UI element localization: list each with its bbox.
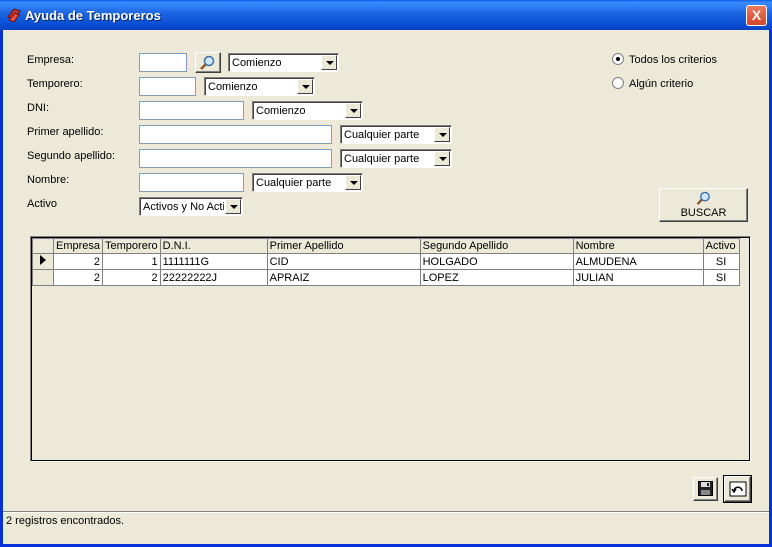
cell-activo[interactable]: SI [702, 269, 740, 286]
cell-segundo-apellido[interactable]: HOLGADO [419, 253, 574, 270]
dni-label: DNI: [27, 102, 49, 114]
cell-temporero[interactable]: 1 [102, 253, 161, 270]
cell-primer-apellido[interactable]: APRAIZ [266, 269, 421, 286]
row-indicator-header [32, 238, 54, 254]
dni-input[interactable] [139, 101, 244, 120]
nombre-input[interactable] [139, 173, 244, 192]
any-criteria-radio[interactable] [612, 77, 624, 89]
primer-apellido-label: Primer apellido: [27, 126, 104, 138]
search-icon [696, 191, 710, 205]
empresa-input[interactable] [139, 53, 187, 72]
search-button-label: BUSCAR [680, 207, 727, 219]
cell-primer-apellido[interactable]: CID [266, 253, 421, 270]
activo-label: Activo [27, 198, 57, 210]
table-row[interactable]: 2 2 22222222J APRAIZ LOPEZ JULIAN SI [32, 269, 740, 286]
chevron-down-icon[interactable] [297, 79, 313, 94]
segundo-apellido-label: Segundo apellido: [27, 150, 116, 162]
empresa-mode-select[interactable]: Comienzo [228, 53, 339, 72]
undo-button[interactable] [723, 475, 752, 503]
empresa-label: Empresa: [27, 54, 75, 66]
floppy-disk-icon [698, 481, 713, 496]
cell-nombre[interactable]: ALMUDENA [572, 253, 704, 270]
chevron-down-icon[interactable] [434, 127, 450, 142]
window-title: Ayuda de Temporeros [25, 8, 161, 23]
any-criteria-label[interactable]: Algún criterio [629, 78, 693, 90]
cell-temporero[interactable]: 2 [102, 269, 161, 286]
chevron-down-icon[interactable] [225, 199, 241, 214]
dni-mode-select[interactable]: Comienzo [252, 101, 363, 120]
undo-icon [729, 481, 747, 497]
results-grid[interactable]: Empresa Temporero D.N.I. Primer Apellido… [30, 236, 751, 462]
row-indicator [32, 269, 54, 286]
segundo-apellido-input[interactable] [139, 149, 332, 168]
cell-segundo-apellido[interactable]: LOPEZ [419, 269, 574, 286]
activo-select[interactable]: Activos y No Activos [139, 197, 243, 216]
temporero-label: Temporero: [27, 78, 83, 90]
cell-dni[interactable]: 22222222J [159, 269, 268, 286]
temporero-input[interactable] [139, 77, 196, 96]
column-header[interactable]: Temporero [102, 238, 161, 254]
cell-empresa[interactable]: 2 [52, 253, 104, 270]
primer-apellido-input[interactable] [139, 125, 332, 144]
table-row[interactable]: 2 1 1111111G CID HOLGADO ALMUDENA SI [32, 253, 740, 270]
chevron-down-icon[interactable] [345, 175, 361, 190]
empresa-lookup-button[interactable] [195, 52, 221, 73]
column-header[interactable]: Segundo Apellido [419, 238, 574, 254]
results-table: Empresa Temporero D.N.I. Primer Apellido… [32, 238, 740, 286]
all-criteria-label[interactable]: Todos los criterios [629, 54, 717, 66]
save-button[interactable] [693, 477, 718, 501]
status-text: 2 registros encontrados. [6, 515, 125, 527]
column-header[interactable]: Nombre [572, 238, 704, 254]
search-button[interactable]: BUSCAR [659, 188, 748, 222]
nombre-mode-select[interactable]: Cualquier parte [252, 173, 363, 192]
chevron-down-icon[interactable] [345, 103, 361, 118]
title-bar[interactable]: Ayuda de Temporeros X [0, 0, 772, 30]
current-row-indicator [32, 253, 54, 270]
temporero-mode-select[interactable]: Comienzo [204, 77, 315, 96]
status-bar: 2 registros encontrados. [3, 511, 769, 531]
app-icon [7, 8, 21, 23]
cell-empresa[interactable]: 2 [52, 269, 104, 286]
triangle-right-icon [40, 255, 46, 265]
primer-apellido-mode-select[interactable]: Cualquier parte [340, 125, 452, 144]
search-icon [200, 55, 215, 70]
cell-dni[interactable]: 1111111G [159, 253, 268, 270]
segundo-apellido-mode-select[interactable]: Cualquier parte [340, 149, 452, 168]
column-header[interactable]: Empresa [52, 238, 104, 254]
chevron-down-icon[interactable] [434, 151, 450, 166]
cell-nombre[interactable]: JULIAN [572, 269, 704, 286]
cell-activo[interactable]: SI [702, 253, 740, 270]
chevron-down-icon[interactable] [321, 55, 337, 70]
column-header[interactable]: Activo [702, 238, 740, 254]
close-icon: X [751, 7, 762, 23]
help-window: Ayuda de Temporeros X Empresa: Comienzo … [0, 0, 772, 547]
column-header[interactable]: D.N.I. [159, 238, 268, 254]
all-criteria-radio[interactable] [612, 53, 624, 65]
close-button[interactable]: X [746, 5, 767, 26]
nombre-label: Nombre: [27, 174, 70, 186]
column-header[interactable]: Primer Apellido [266, 238, 421, 254]
